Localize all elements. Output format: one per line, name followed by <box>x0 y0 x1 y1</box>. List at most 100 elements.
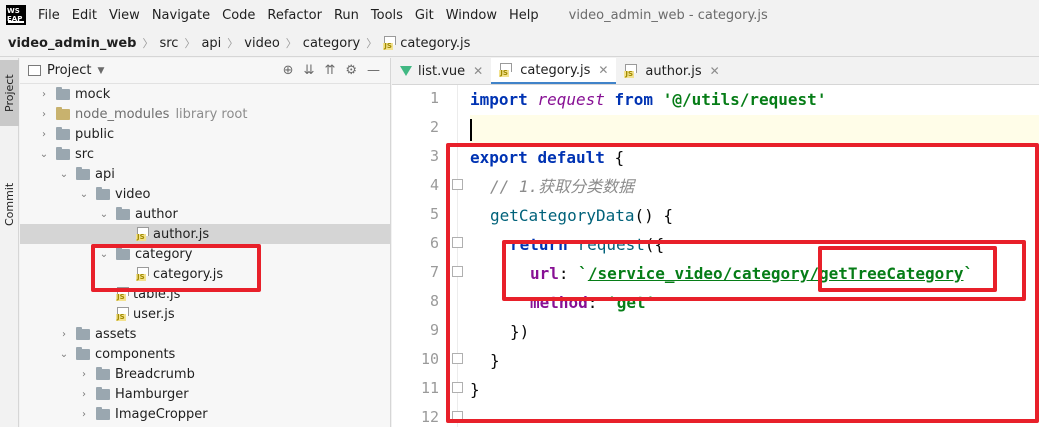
tree-item-label: ImageCropper <box>115 406 208 422</box>
chevron-right-icon[interactable]: › <box>78 369 90 380</box>
code-line-6: return request({ <box>510 231 664 259</box>
url-string[interactable]: /service_video/category/getTreeCategory <box>588 264 964 283</box>
folder-icon <box>116 246 130 260</box>
punctuation: } <box>470 380 480 399</box>
chevron-down-icon[interactable]: ⌄ <box>78 189 90 200</box>
menu-tools[interactable]: Tools <box>365 8 409 23</box>
js-file-icon <box>624 64 638 78</box>
tree-item-hamburger[interactable]: › Hamburger <box>20 384 390 404</box>
menu-navigate[interactable]: Navigate <box>146 8 216 23</box>
expand-all-icon[interactable]: ⇊ <box>304 63 315 78</box>
webstorm-logo-icon[interactable]: WS EAP <box>6 5 26 25</box>
tree-item-breadcrumb[interactable]: › Breadcrumb <box>20 364 390 384</box>
fold-marker-icon[interactable] <box>452 382 463 393</box>
folder-icon <box>56 126 70 140</box>
minimize-icon[interactable]: — <box>367 63 380 78</box>
breadcrumb-video[interactable]: video <box>244 36 280 51</box>
tree-item-mock[interactable]: › mock <box>20 84 390 104</box>
js-file-icon <box>116 307 130 321</box>
chevron-right-icon[interactable]: › <box>38 109 50 120</box>
breadcrumb-file[interactable]: category.js <box>400 36 470 51</box>
project-tree: › mock › node_modules library root › public ⌄ sr… <box>20 84 390 424</box>
tree-item-author[interactable]: ⌄ author <box>20 204 390 224</box>
breadcrumb-api[interactable]: api <box>201 36 221 51</box>
tree-item-public[interactable]: › public <box>20 124 390 144</box>
tab-author-js[interactable]: author.js ✕ <box>616 58 727 84</box>
project-panel: Project ▼ ⊕ ⇊ ⇈ ⚙ — › mock › node_modules li… <box>20 58 391 427</box>
tree-item-video[interactable]: ⌄ video <box>20 184 390 204</box>
close-icon[interactable]: ✕ <box>473 64 483 78</box>
locate-icon[interactable]: ⊕ <box>283 63 294 78</box>
tree-item-assets[interactable]: › assets <box>20 324 390 344</box>
fold-marker-icon[interactable] <box>452 179 463 190</box>
chevron-down-icon[interactable]: ▼ <box>97 66 104 76</box>
tree-item-label: table.js <box>133 286 181 302</box>
punctuation: { <box>614 148 625 167</box>
chevron-right-icon[interactable]: › <box>78 409 90 420</box>
tree-item-components[interactable]: ⌄ components <box>20 344 390 364</box>
tree-item-category[interactable]: ⌄ category <box>20 244 390 264</box>
menu-run[interactable]: Run <box>328 8 365 23</box>
fold-marker-icon[interactable] <box>452 266 463 277</box>
commit-tool-button[interactable]: Commit <box>0 168 19 240</box>
menu-refactor[interactable]: Refactor <box>261 8 328 23</box>
fold-marker-icon[interactable] <box>452 353 463 364</box>
code-area[interactable]: 1 2 3 4 5 6 7 8 9 10 11 12 import request from '@/u… <box>392 85 1039 427</box>
chevron-down-icon[interactable]: ⌄ <box>58 349 70 360</box>
chevron-right-icon[interactable]: › <box>78 389 90 400</box>
close-icon[interactable]: ✕ <box>710 64 720 78</box>
close-icon[interactable]: ✕ <box>598 63 608 77</box>
chevron-down-icon[interactable]: ⌄ <box>98 209 110 220</box>
tree-item-category-js[interactable]: category.js <box>20 264 390 284</box>
tree-item-api[interactable]: ⌄ api <box>20 164 390 184</box>
chevron-down-icon[interactable]: ⌄ <box>58 169 70 180</box>
fold-marker-icon[interactable] <box>452 237 463 248</box>
collapse-all-icon[interactable]: ⇈ <box>324 63 335 78</box>
tree-item-author-js[interactable]: author.js <box>20 224 390 244</box>
line-number: 12 <box>420 408 439 426</box>
menu-git[interactable]: Git <box>409 8 440 23</box>
breadcrumb-category[interactable]: category <box>303 36 360 51</box>
chevron-right-icon[interactable]: › <box>58 329 70 340</box>
tree-item-label: api <box>95 166 115 182</box>
line-number: 7 <box>429 263 439 281</box>
code-text[interactable]: import request from '@/utils/request' ex… <box>470 85 1039 427</box>
tree-item-note: library root <box>175 106 248 122</box>
fold-marker-icon[interactable] <box>452 411 463 422</box>
gear-icon[interactable]: ⚙ <box>345 63 357 78</box>
breadcrumb-separator-icon: 〉 <box>184 37 196 50</box>
tree-item-label: Breadcrumb <box>115 366 195 382</box>
tree-item-table-js[interactable]: table.js <box>20 284 390 304</box>
tab-label: author.js <box>645 63 702 79</box>
line-number: 10 <box>420 350 439 368</box>
tree-item-node-modules[interactable]: › node_modules library root <box>20 104 390 124</box>
tree-item-label: author <box>135 206 178 222</box>
chevron-right-icon[interactable]: › <box>38 89 50 100</box>
js-file-icon <box>136 227 150 241</box>
project-panel-title[interactable]: Project <box>47 63 91 78</box>
comment: // 1.获取分类数据 <box>490 177 635 196</box>
tree-item-user-js[interactable]: user.js <box>20 304 390 324</box>
menu-code[interactable]: Code <box>216 8 261 23</box>
menu-view[interactable]: View <box>103 8 146 23</box>
breadcrumb-project[interactable]: video_admin_web <box>8 36 136 51</box>
folder-icon <box>56 86 70 100</box>
tree-item-src[interactable]: ⌄ src <box>20 144 390 164</box>
menu-edit[interactable]: Edit <box>66 8 103 23</box>
menu-window[interactable]: Window <box>440 8 503 23</box>
code-line-3: export default { <box>470 144 624 172</box>
chevron-down-icon[interactable]: ⌄ <box>38 149 50 160</box>
chevron-right-icon[interactable]: › <box>38 129 50 140</box>
tree-item-imagecropper[interactable]: › ImageCropper <box>20 404 390 424</box>
string-literal: '@/utils/request' <box>662 90 827 109</box>
chevron-down-icon[interactable]: ⌄ <box>98 249 110 260</box>
project-panel-toolbar: ⊕ ⇊ ⇈ ⚙ — <box>283 63 390 78</box>
code-line-9: }) <box>510 318 529 346</box>
menu-file[interactable]: File <box>32 8 66 23</box>
breadcrumb-src[interactable]: src <box>159 36 178 51</box>
tab-category-js[interactable]: category.js ✕ <box>491 58 617 84</box>
tab-list-vue[interactable]: list.vue ✕ <box>392 58 491 84</box>
project-tool-button[interactable]: Project <box>0 60 19 126</box>
menu-help[interactable]: Help <box>503 8 545 23</box>
punctuation: }) <box>510 322 530 341</box>
